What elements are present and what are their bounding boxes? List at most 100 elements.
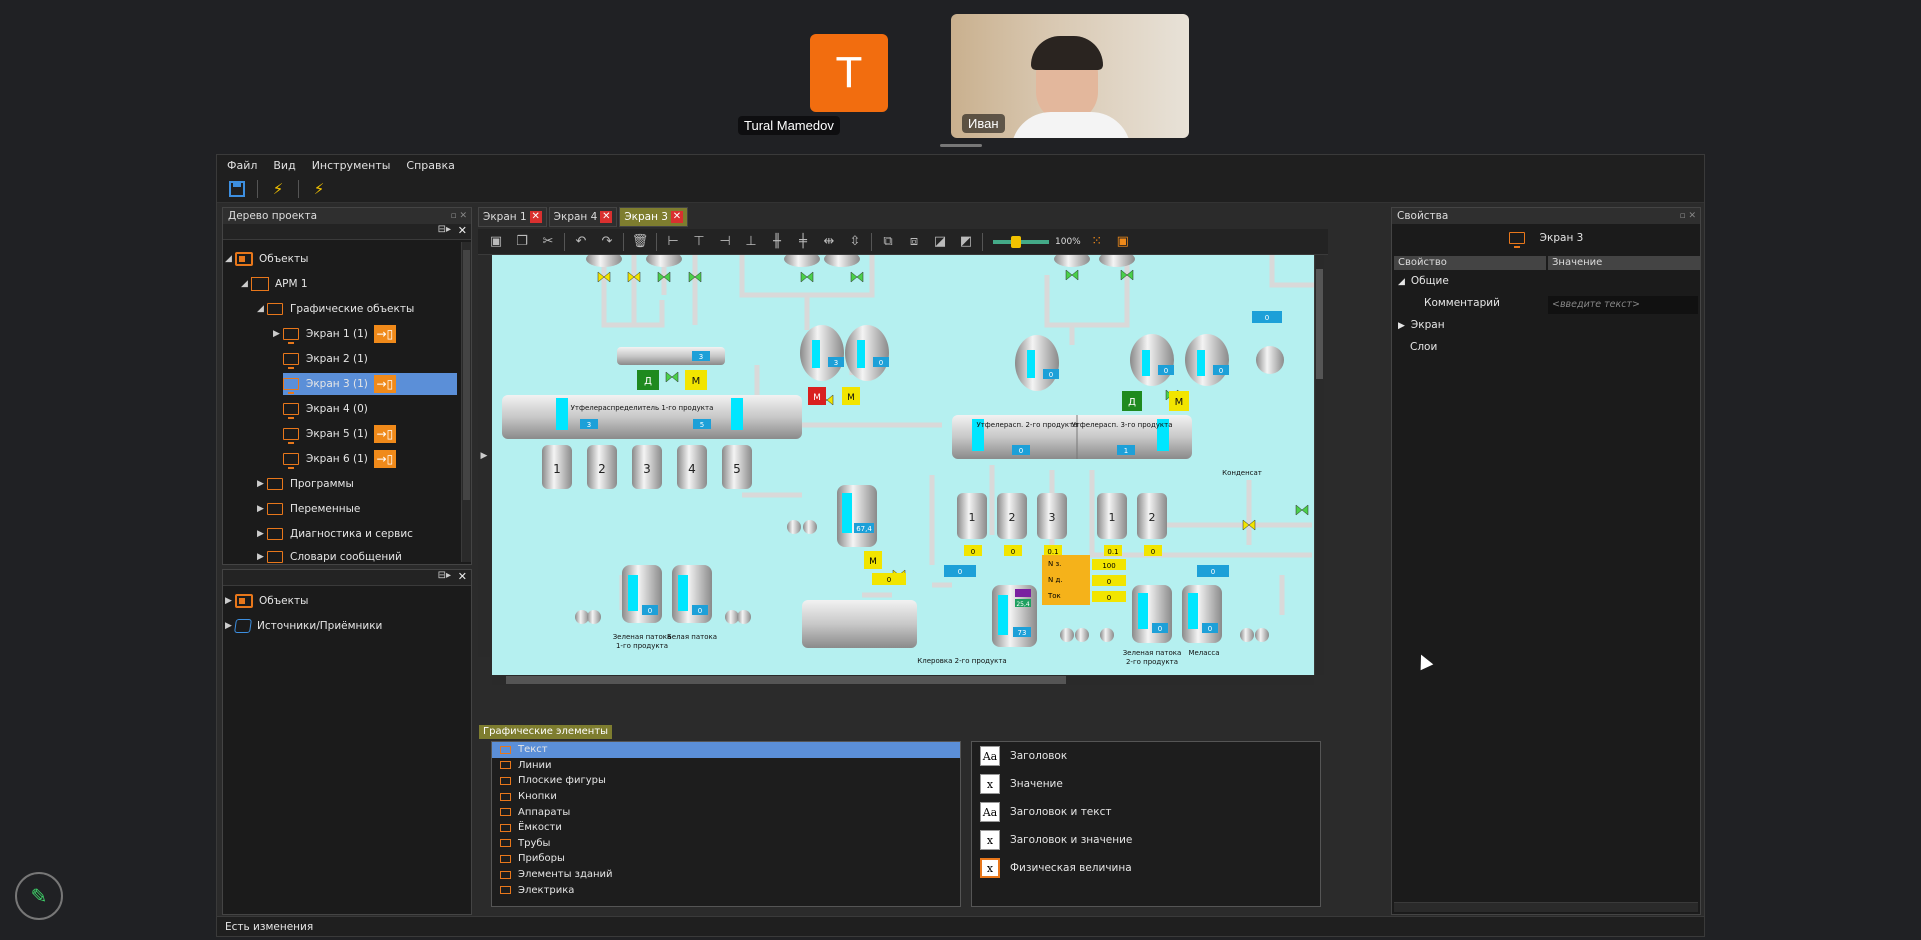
category-apparatus[interactable]: Аппараты bbox=[492, 804, 960, 820]
align-bottom-icon[interactable]: ⊥ bbox=[741, 233, 761, 251]
grid-icon[interactable]: ⁙ bbox=[1087, 233, 1107, 251]
tree-item-screen4[interactable]: Экран 4 (0) bbox=[283, 398, 368, 420]
align-middle-icon[interactable]: ╪ bbox=[793, 233, 813, 251]
screen-icon bbox=[283, 328, 299, 344]
tree-item-screen1[interactable]: ▶ Экран 1 (1) →▯ bbox=[273, 323, 396, 345]
tree-item-screen5[interactable]: Экран 5 (1) →▯ bbox=[283, 423, 396, 445]
tree-scrollbar[interactable] bbox=[461, 242, 471, 562]
copy-icon[interactable]: ❐ bbox=[512, 233, 532, 251]
tree-item-programs[interactable]: ▶ Программы bbox=[257, 473, 354, 495]
tree-item-variables[interactable]: ▶ Переменные bbox=[257, 498, 360, 520]
cut-icon[interactable]: ✂ bbox=[538, 233, 558, 251]
svg-text:1: 1 bbox=[1124, 447, 1128, 455]
svg-text:Утфелерасп. 3-го продукта: Утфелерасп. 3-го продукта bbox=[1071, 421, 1172, 429]
close-tab-icon[interactable]: ✕ bbox=[670, 211, 683, 223]
svg-text:0: 0 bbox=[1019, 447, 1023, 455]
element-physical-quantity[interactable]: x Физическая величина bbox=[972, 854, 1320, 882]
distribute-v-icon[interactable]: ⇳ bbox=[845, 233, 865, 251]
svg-text:Утфелерасп. 2-го продукта: Утфелерасп. 2-го продукта bbox=[976, 421, 1077, 429]
tab-screen1[interactable]: Экран 1 ✕ bbox=[478, 207, 547, 227]
bring-front-icon[interactable]: ◪ bbox=[930, 233, 950, 251]
distributor-1[interactable] bbox=[502, 395, 802, 439]
tab-screen3[interactable]: Экран 3 ✕ bbox=[619, 207, 688, 227]
annotate-pen-button[interactable]: ✎ bbox=[15, 872, 63, 920]
align-right-icon[interactable]: ⊣ bbox=[715, 233, 735, 251]
element-value[interactable]: x Значение bbox=[972, 770, 1320, 798]
category-electrical[interactable]: Электрика bbox=[492, 882, 960, 898]
canvas-vscrollbar[interactable] bbox=[1314, 255, 1324, 675]
svg-text:3: 3 bbox=[643, 462, 651, 476]
close-tab-icon[interactable]: ✕ bbox=[529, 211, 542, 223]
category-instruments[interactable]: Приборы bbox=[492, 851, 960, 867]
tree-item-sources[interactable]: ▶ Источники/Приёмники bbox=[225, 615, 382, 637]
align-center-icon[interactable]: ╫ bbox=[767, 233, 787, 251]
compile-icon[interactable]: ⚡ bbox=[268, 179, 288, 199]
status-bar: Есть изменения bbox=[217, 916, 1704, 936]
group-icon[interactable]: ⧉ bbox=[878, 233, 898, 251]
comment-input[interactable]: <введите текст> bbox=[1548, 296, 1698, 314]
group-screen[interactable]: ▶ Экран bbox=[1398, 316, 1445, 334]
undo-icon[interactable]: ↶ bbox=[571, 233, 591, 251]
menu-file[interactable]: Файл bbox=[227, 159, 257, 172]
category-buttons[interactable]: Кнопки bbox=[492, 789, 960, 805]
canvas-left-handle[interactable]: ▶ bbox=[478, 255, 490, 657]
category-lines[interactable]: Линии bbox=[492, 758, 960, 774]
tree-item-screen3[interactable]: Экран 3 (1) →▯ bbox=[283, 373, 457, 395]
mnemonic-canvas[interactable]: 3 Д М М М Д М Утфелераспределитель 1-го … bbox=[492, 255, 1314, 675]
klerovka-tank[interactable] bbox=[802, 600, 917, 648]
category-text[interactable]: Текст bbox=[492, 742, 960, 758]
tree-item-diagnostics[interactable]: ▶ Диагностика и сервис bbox=[257, 523, 413, 545]
run-badge-icon: →▯ bbox=[373, 425, 396, 443]
paste-icon[interactable]: ▣ bbox=[486, 233, 506, 251]
participant-tile-tural: T bbox=[810, 34, 888, 112]
screen-icon bbox=[283, 353, 299, 369]
properties-panel: Свойства ▫ ✕ Экран 3 Свойство Значение ◢ О… bbox=[1391, 207, 1701, 915]
properties-hscrollbar[interactable] bbox=[1394, 902, 1698, 912]
canvas-hscrollbar[interactable] bbox=[492, 675, 1314, 685]
element-heading[interactable]: Aa Заголовок bbox=[972, 742, 1320, 770]
tree-item-graphic-objects[interactable]: ◢ Графические объекты bbox=[257, 298, 414, 320]
pin-icon[interactable]: ⊟▸ bbox=[438, 570, 451, 581]
tree-item-arm1[interactable]: ◢ АРМ 1 bbox=[241, 273, 308, 295]
value-screw: 3 bbox=[699, 353, 703, 361]
menu-view[interactable]: Вид bbox=[273, 159, 295, 172]
category-tanks[interactable]: Ёмкости bbox=[492, 820, 960, 836]
save-icon[interactable] bbox=[227, 179, 247, 199]
svg-text:0: 0 bbox=[1208, 625, 1212, 633]
run-icon[interactable]: ⚡ bbox=[309, 179, 329, 199]
library-tab[interactable]: Графические элементы bbox=[479, 725, 613, 739]
close-icon[interactable]: ✕ bbox=[458, 570, 467, 583]
folder-icon bbox=[267, 551, 283, 563]
menu-tools[interactable]: Инструменты bbox=[312, 159, 391, 172]
category-pipes[interactable]: Трубы bbox=[492, 836, 960, 852]
pin-icon[interactable]: ⊟▸ bbox=[438, 224, 451, 235]
category-flat-shapes[interactable]: Плоские фигуры bbox=[492, 773, 960, 789]
send-back-icon[interactable]: ◩ bbox=[956, 233, 976, 251]
svg-text:0: 0 bbox=[1011, 548, 1015, 556]
close-icon[interactable]: ✕ bbox=[458, 224, 467, 237]
align-left-icon[interactable]: ⊢ bbox=[663, 233, 683, 251]
tree-item-objects[interactable]: ◢ Объекты bbox=[225, 248, 308, 270]
project-tree-title: Дерево проекта ▫ ✕ bbox=[223, 208, 471, 224]
redo-icon[interactable]: ↷ bbox=[597, 233, 617, 251]
tree-item-screen2[interactable]: Экран 2 (1) bbox=[283, 348, 368, 370]
delete-icon[interactable]: 🗑 bbox=[630, 233, 650, 251]
svg-text:N д.: N д. bbox=[1048, 576, 1063, 584]
tree-item-screen6[interactable]: Экран 6 (1) →▯ bbox=[283, 448, 396, 470]
menu-help[interactable]: Справка bbox=[406, 159, 454, 172]
group-layers[interactable]: Слои bbox=[1410, 338, 1437, 356]
align-top-icon[interactable]: ⊤ bbox=[689, 233, 709, 251]
ungroup-icon[interactable]: ⧈ bbox=[904, 233, 924, 251]
group-general[interactable]: ◢ Общие bbox=[1398, 272, 1449, 290]
zoom-slider[interactable] bbox=[993, 235, 1049, 248]
snap-icon[interactable]: ▣ bbox=[1113, 233, 1133, 251]
element-heading-value[interactable]: x Заголовок и значение bbox=[972, 826, 1320, 854]
element-heading-text[interactable]: Aa Заголовок и текст bbox=[972, 798, 1320, 826]
close-tab-icon[interactable]: ✕ bbox=[600, 211, 613, 223]
tree-item-dictionaries[interactable]: ▶ Словари сообщений bbox=[257, 546, 402, 568]
tab-screen4[interactable]: Экран 4 ✕ bbox=[548, 207, 618, 227]
tree-item-objects-lower[interactable]: ▶ Объекты bbox=[225, 590, 308, 612]
objects-icon bbox=[235, 594, 253, 608]
category-building-elements[interactable]: Элементы зданий bbox=[492, 867, 960, 883]
distribute-h-icon[interactable]: ⇹ bbox=[819, 233, 839, 251]
